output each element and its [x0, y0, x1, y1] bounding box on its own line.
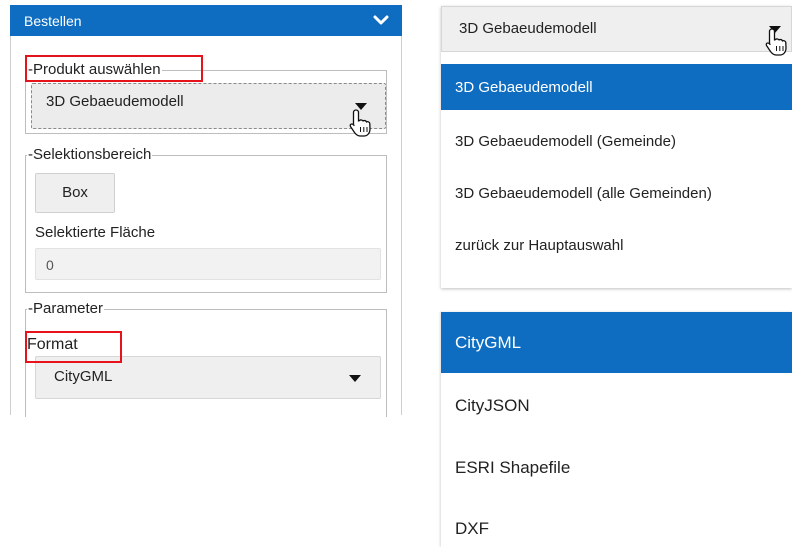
selection-group-legend: -Selektionsbereich: [28, 146, 152, 163]
selected-area-field: 0: [35, 248, 381, 280]
format-option[interactable]: CityJSON: [441, 375, 792, 433]
product-select[interactable]: 3D Gebaeudemodell: [31, 83, 386, 129]
product-dropdown-select[interactable]: 3D Gebaeudemodell: [441, 6, 792, 52]
selected-area-label: Selektierte Fläche: [35, 224, 156, 241]
selected-area-value: 0: [46, 257, 54, 273]
hand-pointer-icon: [765, 28, 787, 56]
hand-pointer-icon: [349, 109, 371, 137]
product-dropdown-value: 3D Gebaeudemodell: [459, 20, 597, 37]
panel-header[interactable]: Bestellen: [10, 5, 402, 36]
box-button[interactable]: Box: [35, 173, 115, 213]
product-group-legend: -Produkt auswählen: [28, 61, 161, 78]
chevron-down-icon[interactable]: [372, 11, 390, 29]
format-dropdown: CityGML CityJSON ESRI Shapefile DXF: [441, 312, 792, 547]
product-select-value: 3D Gebaeudemodell: [46, 93, 184, 110]
product-dropdown: 3D Gebaeudemodell 3D Gebaeudemodell 3D G…: [441, 6, 792, 288]
format-select-value: CityGML: [54, 368, 113, 385]
panel-title: Bestellen: [24, 13, 82, 29]
order-panel: Bestellen -Produkt auswählen 3D Gebaeude…: [10, 5, 402, 417]
parameter-group-legend: -Parameter: [28, 300, 104, 317]
product-option[interactable]: 3D Gebaeudemodell (Gemeinde): [441, 118, 792, 164]
format-option[interactable]: CityGML: [441, 312, 792, 373]
format-select[interactable]: CityGML: [35, 356, 381, 399]
product-option[interactable]: 3D Gebaeudemodell (alle Gemeinden): [441, 170, 792, 216]
caret-down-icon: [349, 375, 361, 382]
product-option[interactable]: zurück zur Hauptauswahl: [441, 222, 792, 268]
format-label: Format: [27, 336, 78, 353]
format-option[interactable]: ESRI Shapefile: [441, 437, 792, 495]
product-option[interactable]: 3D Gebaeudemodell: [441, 64, 792, 110]
format-option[interactable]: DXF: [441, 498, 792, 547]
